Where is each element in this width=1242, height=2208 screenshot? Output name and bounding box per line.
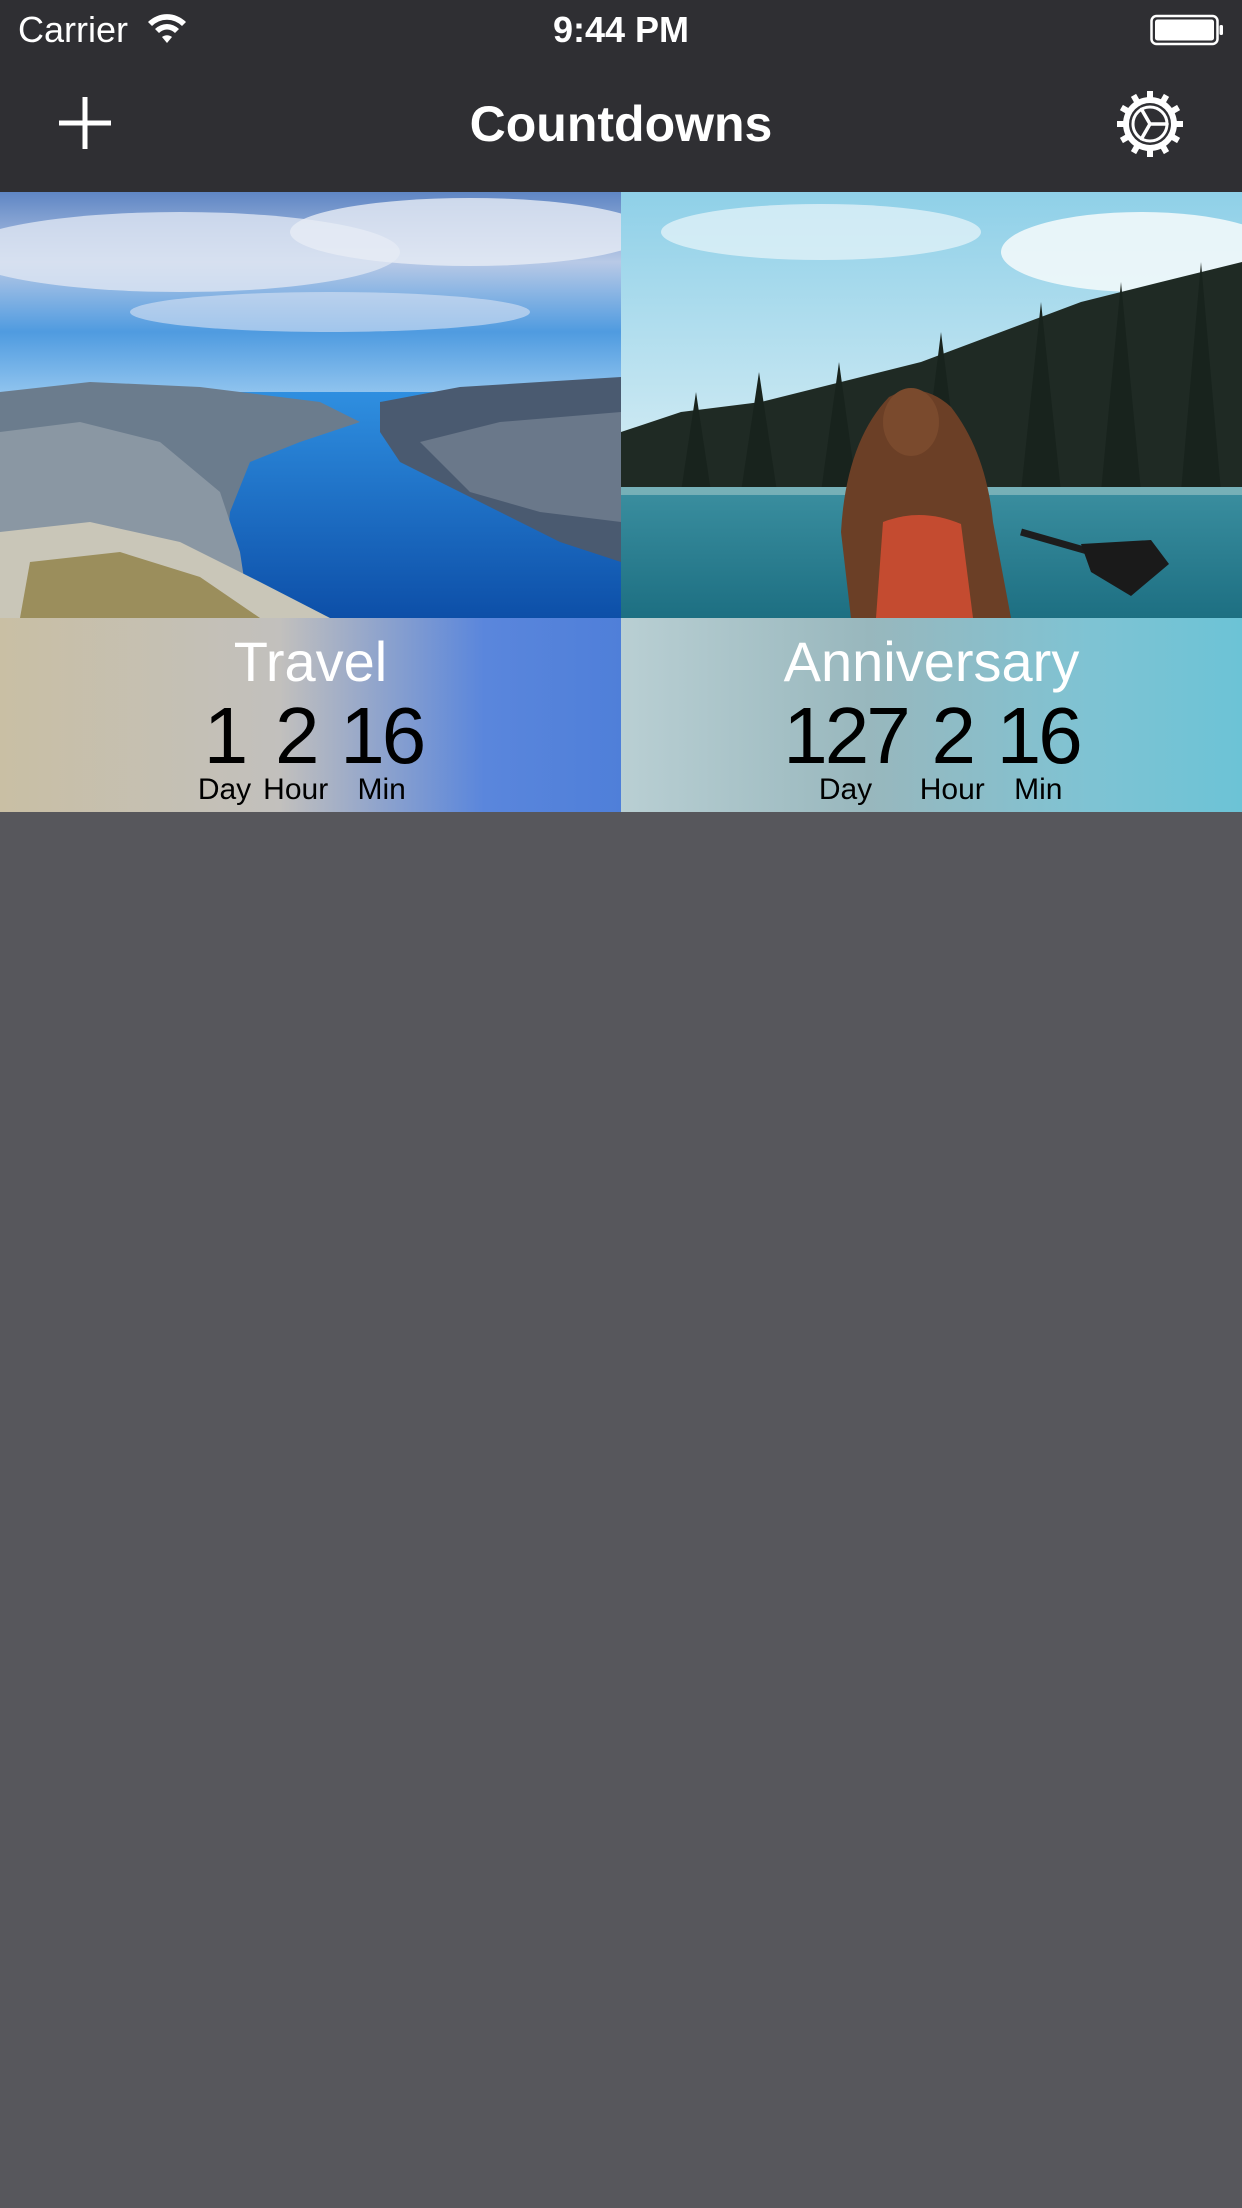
minutes-label: Min: [1014, 773, 1063, 806]
countdown-title: Anniversary: [783, 630, 1080, 693]
hours-value: 2: [931, 691, 976, 780]
days-label: Day: [197, 773, 252, 806]
gear-icon: [1117, 91, 1183, 157]
status-time: 9:44 PM: [552, 9, 690, 50]
countdown-title: Travel: [233, 630, 388, 693]
days-value: 1: [203, 691, 248, 780]
countdown-hours: 2 Hour: [263, 696, 328, 806]
countdown-timer: 127 Day 2 Hour 16 Min: [621, 696, 1242, 806]
hours-label: Hour: [263, 773, 329, 806]
countdown-card-travel[interactable]: Travel 1 Day 2 Hour 16 Min: [0, 192, 621, 812]
countdown-days: 127 Day: [783, 691, 910, 806]
countdown-info-travel: Travel 1 Day 2 Hour 16 Min: [0, 618, 621, 812]
page-title: Countdowns: [469, 96, 773, 152]
status-bar: Carrier 9:44 PM: [0, 0, 1242, 60]
countdown-card-anniversary[interactable]: Anniversary 127 Day 2 Hour 16 Min: [621, 192, 1242, 812]
fjord-landscape-photo: [0, 192, 621, 618]
countdown-days: 1 Day: [198, 696, 251, 806]
minutes-label: Min: [357, 773, 406, 806]
countdown-timer: 1 Day 2 Hour 16 Min: [0, 696, 621, 806]
days-value: 127: [783, 691, 910, 780]
countdown-minutes: 16 Min: [996, 691, 1083, 806]
countdown-hours: 2 Hour: [920, 696, 985, 806]
days-label: Day: [818, 773, 873, 806]
countdown-info-anniversary: Anniversary 127 Day 2 Hour 16 Min: [621, 618, 1242, 812]
nav-bar: Countdowns: [0, 60, 1242, 192]
minutes-value: 16: [996, 691, 1083, 780]
hours-label: Hour: [919, 773, 985, 806]
battery-icon: [1150, 14, 1223, 46]
minutes-value: 16: [340, 691, 426, 780]
settings-button[interactable]: [1110, 84, 1190, 164]
hours-value: 2: [274, 691, 319, 780]
woman-canoe-lake-photo: [621, 192, 1242, 618]
countdown-minutes: 16 Min: [340, 691, 426, 806]
